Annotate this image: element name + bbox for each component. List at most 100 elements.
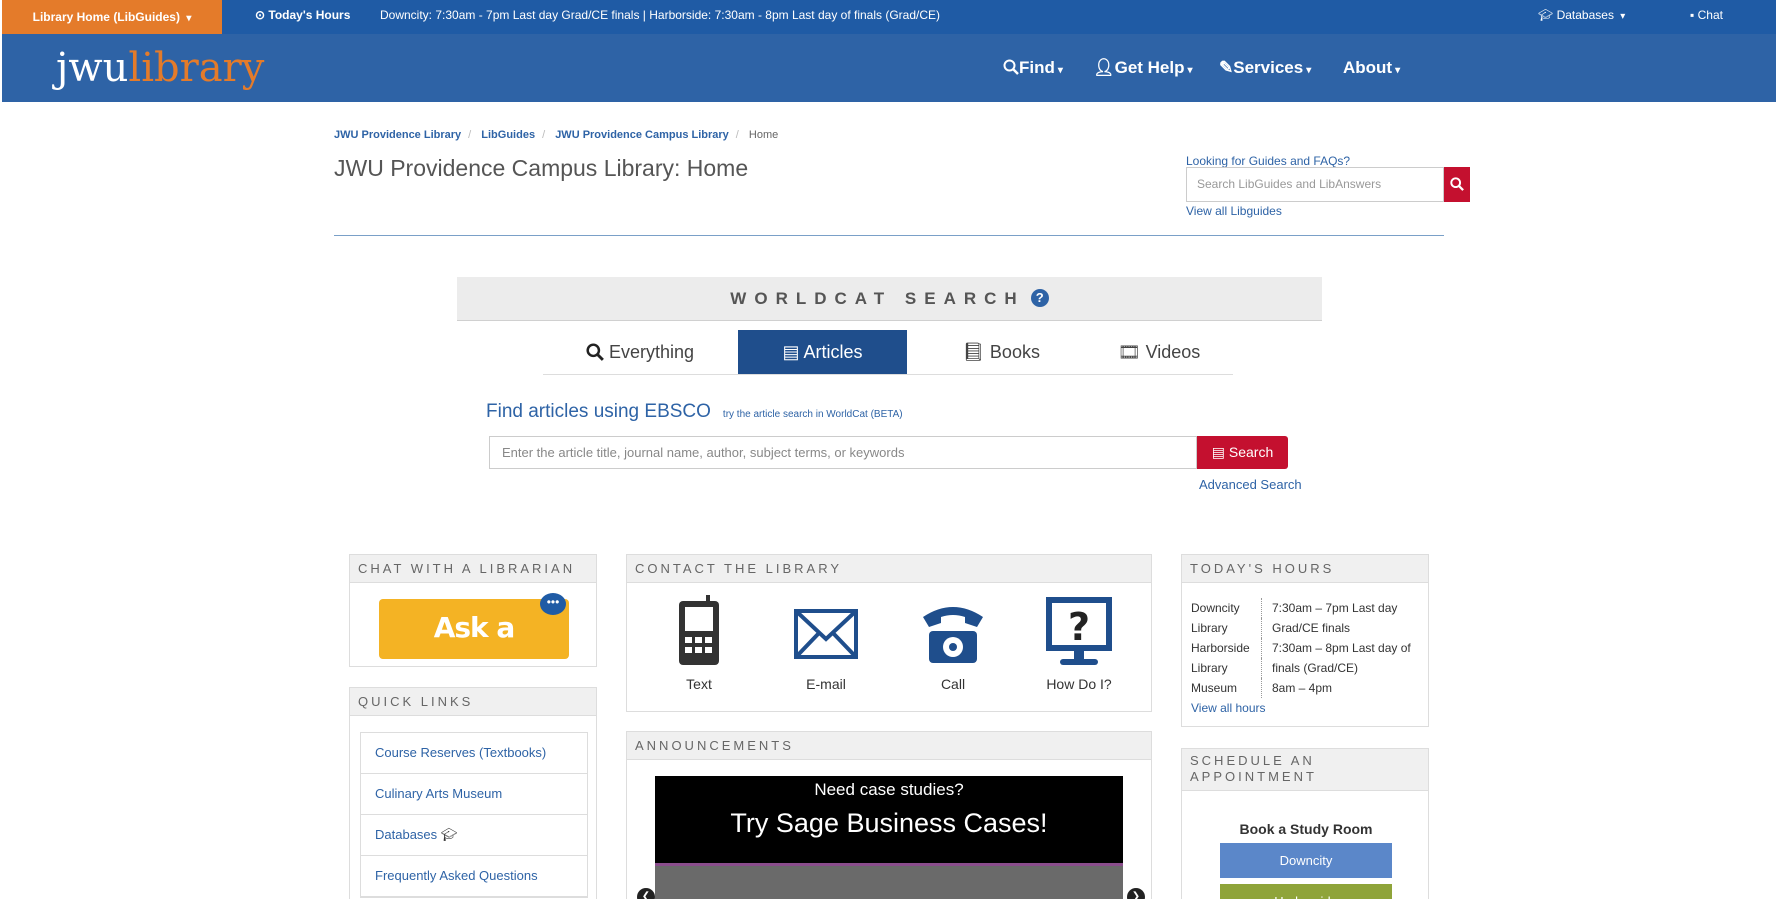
book-harborside-button[interactable]: Harborside xyxy=(1220,884,1392,899)
chat-label: Chat xyxy=(1697,8,1723,22)
quick-link-culinary-museum[interactable]: Culinary Arts Museum xyxy=(361,774,587,815)
announcement-slide[interactable]: Need case studies? Try Sage Business Cas… xyxy=(655,776,1123,899)
book-icon: 📘︎ xyxy=(962,342,985,362)
library-home-label: Library Home (LibGuides) xyxy=(32,10,180,24)
chat-link[interactable]: ▪ Chat xyxy=(1690,0,1723,30)
todays-hours-label: Today's Hours xyxy=(268,8,351,22)
book-study-room-heading: Book a Study Room xyxy=(1239,821,1373,837)
databases-label: Databases xyxy=(1556,8,1614,22)
contact-email[interactable]: E-mail xyxy=(776,595,876,692)
nav-services[interactable]: ✎Services ▾ xyxy=(1219,34,1311,105)
tab-everything[interactable]: Everything xyxy=(570,330,710,374)
guides-search-input[interactable]: Search LibGuides and LibAnswers xyxy=(1186,167,1444,202)
worldcat-search-header: WORLDCAT SEARCH? xyxy=(457,277,1322,321)
breadcrumb-link[interactable]: LibGuides xyxy=(481,129,535,141)
view-all-hours-link[interactable]: View all hours xyxy=(1191,698,1417,718)
film-icon: 🎞︎ xyxy=(1117,342,1141,362)
worldcat-title: WORLDCAT SEARCH xyxy=(730,289,1025,308)
pencil-icon: ✎ xyxy=(1219,58,1234,77)
tab-articles-label: Articles xyxy=(803,342,863,362)
hours-summary: Downcity: 7:30am - 7pm Last day Grad/CE … xyxy=(380,8,941,22)
logo-part-jwu: jwu xyxy=(56,45,129,91)
schedule-appointment-box: SCHEDULE AN APPOINTMENT Book a Study Room… xyxy=(1181,748,1429,899)
breadcrumb-link[interactable]: JWU Providence Campus Library xyxy=(555,129,729,141)
view-all-libguides-link[interactable]: View all Libguides xyxy=(1186,204,1282,218)
box-heading: ANNOUNCEMENTS xyxy=(627,732,1151,760)
hours-row: Library finals (Grad/CE) xyxy=(1191,658,1417,678)
nav-about[interactable]: About ▾ xyxy=(1343,34,1400,105)
carousel-prev-icon[interactable]: ❮ xyxy=(637,888,655,899)
quick-link-faq[interactable]: Frequently Asked Questions xyxy=(361,856,587,897)
box-heading: CHAT WITH A LIBRARIAN xyxy=(350,555,596,583)
svg-text:?: ? xyxy=(1068,605,1090,649)
quick-link-databases-label: Databases xyxy=(375,827,438,842)
main-navigation: jwulibrary Find ▾ 👤︎Get Help ▾ ✎Services ▾ … xyxy=(2,34,1776,102)
tab-articles[interactable]: ▤ Articles xyxy=(738,330,907,374)
nav-find[interactable]: Find ▾ xyxy=(1003,34,1063,105)
breadcrumb: JWU Providence Library / LibGuides / JWU P… xyxy=(334,129,779,141)
search-button-label: Search xyxy=(1228,444,1274,460)
tab-books[interactable]: 📘︎ Books xyxy=(931,330,1071,374)
article-search-button[interactable]: ▤ Search xyxy=(1197,436,1288,469)
worldcat-beta-link[interactable]: try the article search in WorldCat (BETA… xyxy=(723,409,903,420)
graduation-cap-icon: 🎓︎ xyxy=(1538,8,1554,22)
box-heading: CONTACT THE LIBRARY xyxy=(627,555,1151,583)
contact-email-label: E-mail xyxy=(806,676,846,692)
contact-library-box: CONTACT THE LIBRARY Text E-mail Call ? H… xyxy=(626,554,1152,712)
clock-icon: ⊙ xyxy=(255,8,266,22)
hours-time: finals (Grad/CE) xyxy=(1272,661,1359,675)
article-search-input[interactable]: Enter the article title, journal name, a… xyxy=(489,436,1197,469)
quick-links-list: Course Reserves (Textbooks) Culinary Art… xyxy=(360,732,588,898)
hours-location: Library xyxy=(1191,618,1262,638)
find-articles-heading: Find articles using EBSCO try the article… xyxy=(486,401,903,423)
hours-time: Grad/CE finals xyxy=(1272,621,1351,635)
contact-call[interactable]: Call xyxy=(903,595,1003,692)
telephone-icon xyxy=(923,607,983,663)
help-icon[interactable]: ? xyxy=(1030,289,1049,307)
todays-hours-box: TODAY'S HOURS Downcity 7:30am – 7pm Last … xyxy=(1181,554,1429,727)
tab-books-label: Books xyxy=(989,342,1040,362)
nav-get-help[interactable]: 👤︎Get Help ▾ xyxy=(1093,34,1193,105)
hours-location: Downcity xyxy=(1191,598,1262,618)
guides-search-label: Looking for Guides and FAQs? xyxy=(1186,154,1351,168)
hours-location: Museum xyxy=(1191,678,1262,698)
breadcrumb-link[interactable]: JWU Providence Library xyxy=(334,129,461,141)
contact-how-do-i-label: How Do I? xyxy=(1046,676,1112,692)
nav-services-label: Services xyxy=(1233,58,1304,77)
schedule-title-2: APPOINTMENT xyxy=(1190,769,1317,784)
hours-time: 7:30am – 8pm Last day of xyxy=(1272,641,1411,655)
schedule-title-1: SCHEDULE AN xyxy=(1190,753,1315,768)
contact-text[interactable]: Text xyxy=(649,595,749,692)
slide-photo xyxy=(655,866,1123,899)
quick-links-box: QUICK LINKS Course Reserves (Textbooks) … xyxy=(349,687,597,899)
tab-videos-label: Videos xyxy=(1145,342,1201,362)
page-title: JWU Providence Campus Library: Home xyxy=(334,155,749,181)
library-home-dropdown[interactable]: Library Home (LibGuides) ▾ xyxy=(2,0,222,34)
contact-how-do-i[interactable]: ? How Do I? xyxy=(1029,595,1129,692)
slide-line-1: Need case studies? xyxy=(814,780,964,799)
quick-link-databases[interactable]: Databases 🎓︎ xyxy=(361,815,587,856)
slide-line-2: Try Sage Business Cases! xyxy=(730,808,1048,838)
box-heading: SCHEDULE AN APPOINTMENT xyxy=(1182,749,1428,791)
box-heading: QUICK LINKS xyxy=(350,688,596,716)
cellphone-icon xyxy=(679,595,719,665)
nav-about-label: About xyxy=(1343,58,1393,77)
carousel-next-icon[interactable]: ❯ xyxy=(1127,888,1145,899)
hours-location: Library xyxy=(1191,658,1262,678)
search-tabs: Everything ▤ Articles 📘︎ Books 🎞︎ Videos xyxy=(543,330,1233,375)
databases-dropdown[interactable]: 🎓︎ Databases ▾ xyxy=(1538,0,1625,32)
quick-link-course-reserves[interactable]: Course Reserves (Textbooks) xyxy=(361,733,587,774)
advanced-search-link[interactable]: Advanced Search xyxy=(1199,477,1302,492)
todays-hours-link[interactable]: ⊙ Today's Hours xyxy=(255,0,350,30)
chat-with-librarian-box: CHAT WITH A LIBRARIAN Ask a Librarian ••… xyxy=(349,554,597,702)
hours-table: Downcity 7:30am – 7pm Last day Library Gra… xyxy=(1191,598,1417,718)
jwu-library-logo[interactable]: jwulibrary xyxy=(56,46,264,90)
newspaper-icon: ▤ xyxy=(1211,444,1225,460)
tab-videos[interactable]: 🎞︎ Videos xyxy=(1089,330,1229,374)
guides-search-button[interactable] xyxy=(1444,167,1470,202)
divider xyxy=(334,235,1444,236)
hours-row: Downcity 7:30am – 7pm Last day xyxy=(1191,598,1417,618)
search-icon xyxy=(1003,59,1019,75)
book-downcity-button[interactable]: Downcity xyxy=(1220,843,1392,878)
announcements-box: ANNOUNCEMENTS Need case studies? Try Sag… xyxy=(626,731,1152,899)
